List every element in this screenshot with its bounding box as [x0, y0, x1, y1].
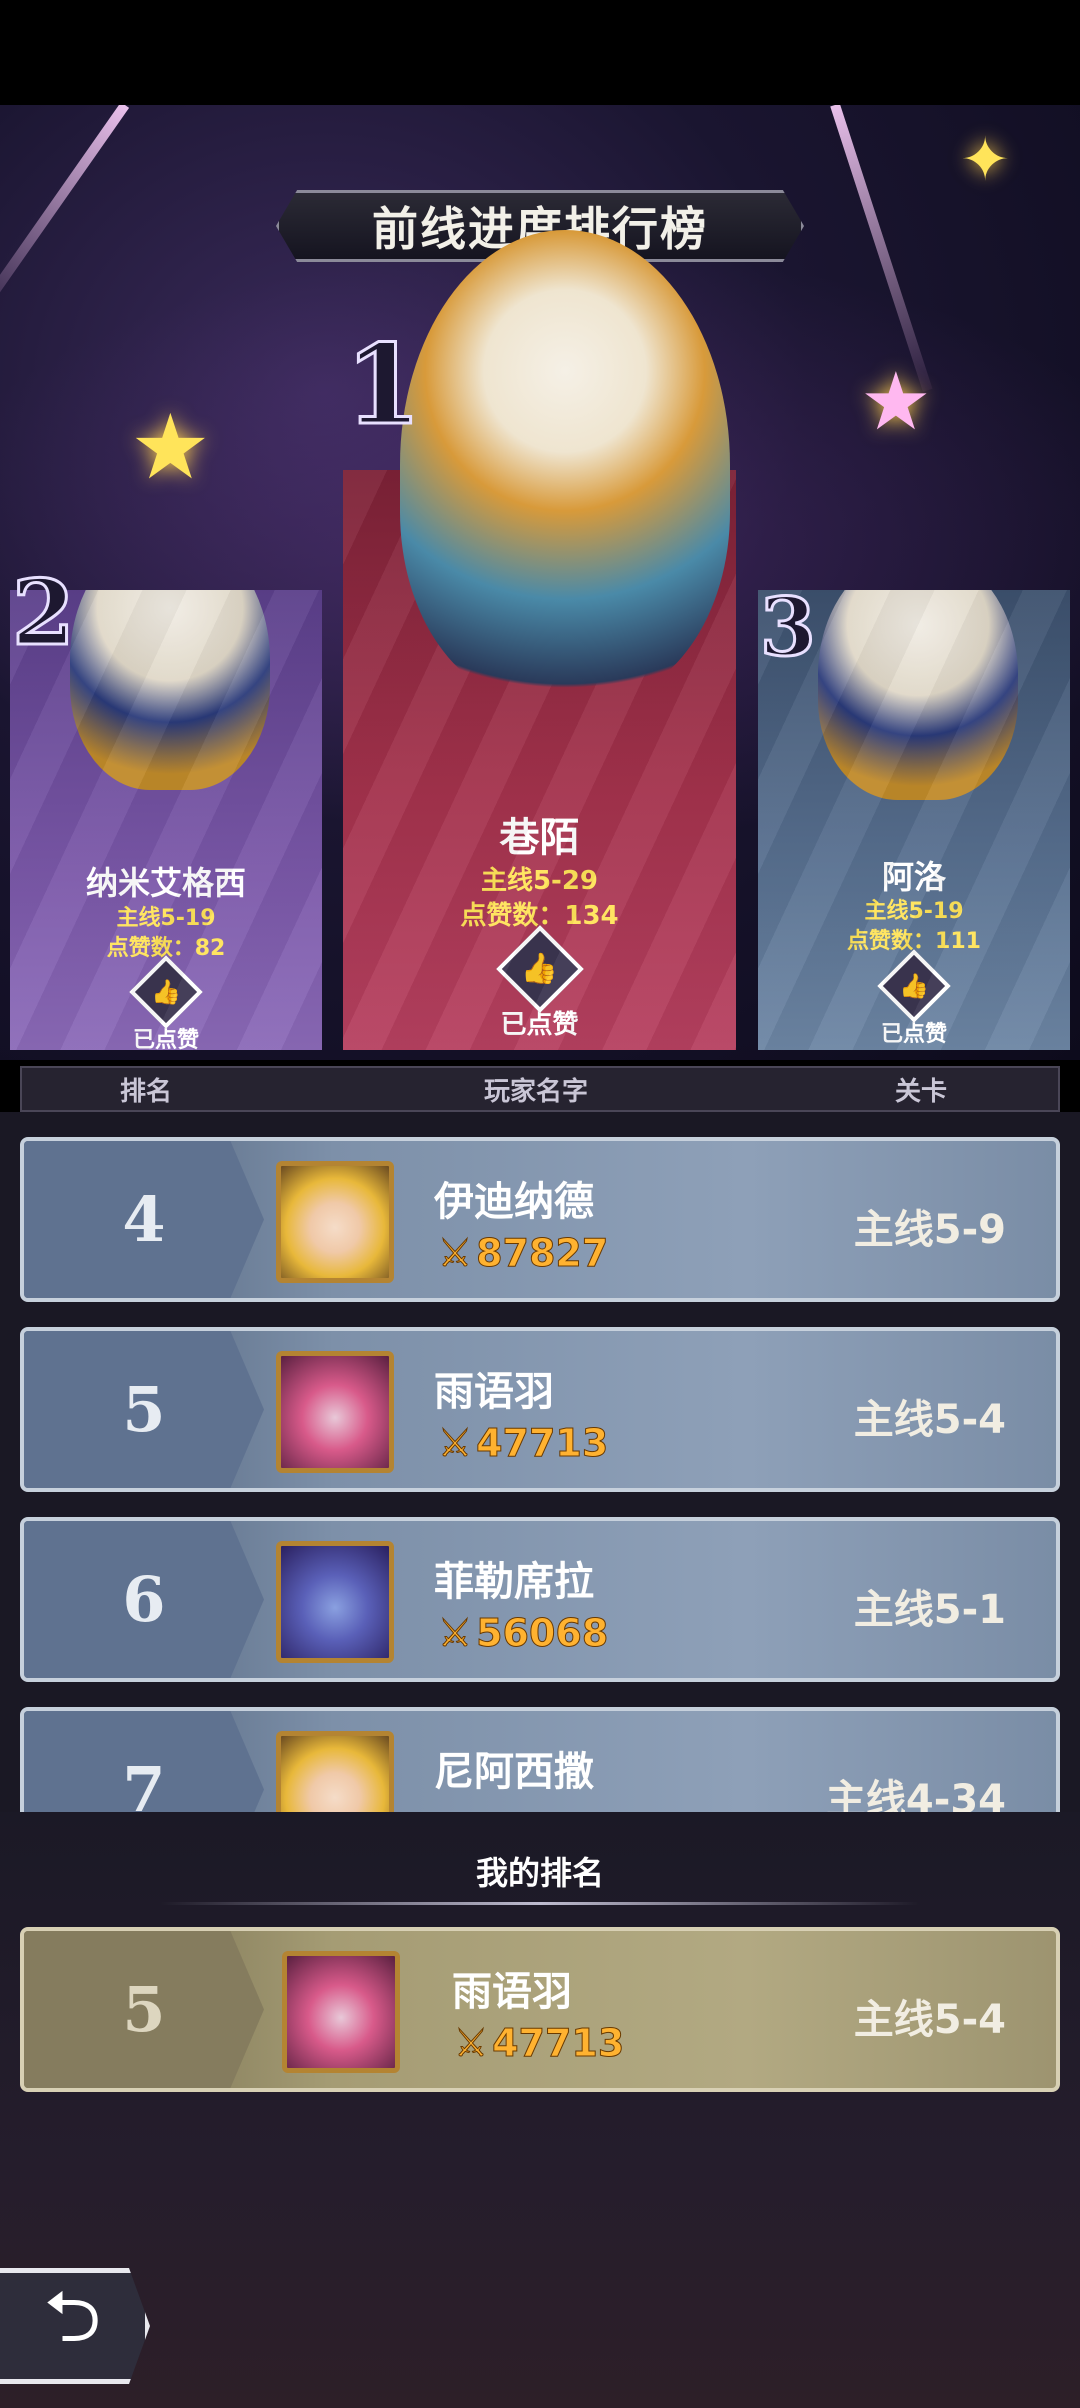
divider [160, 1902, 920, 1905]
avatar[interactable] [282, 1951, 400, 2073]
thumbs-up-icon: 👍 [129, 955, 203, 1029]
back-button[interactable]: ⮌ [0, 2268, 150, 2384]
row-rank: 5 [24, 1931, 264, 2088]
avatar[interactable] [276, 1351, 394, 1473]
leaderboard-list[interactable]: 4 伊迪纳德 ⚔ 87827 主线5-9 5 雨语羽 ⚔ 47713 主线5-4 6… [0, 1112, 1080, 1872]
header-level: 关卡 [895, 1076, 948, 1107]
thumbs-up-icon: 👍 [877, 949, 951, 1023]
player-name: 菲勒席拉 [434, 1559, 594, 1605]
crossed-swords-icon: ⚔ [437, 1611, 473, 1656]
avatar[interactable] [276, 1161, 394, 1283]
light-beam [0, 105, 130, 321]
character-portrait [70, 590, 270, 790]
row-level: 主线5-9 [853, 1207, 1006, 1253]
like-label: 已点赞 [880, 1022, 948, 1047]
player-name: 伊迪纳德 [434, 1179, 594, 1225]
power-value: 47713 [476, 1421, 609, 1466]
header-rank: 排名 [120, 1076, 173, 1107]
combat-power: ⚔ 56068 [437, 1611, 609, 1656]
row-rank: 4 [24, 1141, 264, 1298]
player-name: 雨语羽 [452, 1969, 572, 2015]
row-level: 主线5-1 [853, 1587, 1006, 1633]
power-value: 87827 [476, 1231, 609, 1276]
player-name: 纳米艾格西 [85, 864, 246, 902]
rank-1-badge: 1 [344, 319, 424, 451]
player-name: 尼阿西撒 [434, 1749, 594, 1795]
crossed-swords-icon: ⚔ [437, 1421, 473, 1466]
row-level: 主线5-4 [853, 1397, 1006, 1443]
player-name: 巷陌 [499, 815, 580, 861]
character-portrait [400, 230, 730, 700]
like-button[interactable]: 👍 已点赞 [129, 955, 203, 1050]
table-row[interactable]: 5 雨语羽 ⚔ 47713 主线5-4 [20, 1327, 1060, 1492]
row-rank: 6 [24, 1521, 264, 1678]
status-bar-area [0, 0, 1080, 105]
player-name: 雨语羽 [434, 1369, 554, 1415]
header-player-name: 玩家名字 [484, 1076, 589, 1107]
back-arrow-icon: ⮌ [43, 2274, 102, 2358]
like-count: 点赞数：111 [847, 929, 981, 954]
player-name: 阿洛 [881, 858, 946, 896]
power-value: 47713 [492, 2021, 625, 2066]
player-stage: 主线5-19 [864, 899, 964, 924]
rank-3-badge: 3 [759, 579, 818, 676]
combat-power: ⚔ 47713 [437, 1421, 609, 1466]
avatar[interactable] [276, 1541, 394, 1663]
like-button[interactable]: 👍 已点赞 [495, 925, 584, 1041]
like-count: 点赞数：82 [106, 936, 226, 961]
like-label: 已点赞 [132, 1028, 200, 1050]
like-label: 已点赞 [500, 1010, 579, 1040]
my-rank-row[interactable]: 5 雨语羽 ⚔ 47713 主线5-4 [20, 1927, 1060, 2092]
table-row[interactable]: 4 伊迪纳德 ⚔ 87827 主线5-9 [20, 1137, 1060, 1302]
thumbs-up-icon: 👍 [495, 925, 584, 1013]
light-beam [830, 105, 933, 392]
player-stage: 主线5-29 [480, 866, 599, 896]
crossed-swords-icon: ⚔ [437, 1231, 473, 1276]
like-button[interactable]: 👍 已点赞 [877, 949, 951, 1048]
combat-power: ⚔ 47713 [453, 2021, 625, 2066]
combat-power: ⚔ 87827 [437, 1231, 609, 1276]
like-count: 点赞数：134 [460, 901, 619, 931]
character-portrait [818, 590, 1018, 800]
sparkle-icon: ✦ [960, 125, 1011, 195]
star-icon: ★ [130, 395, 211, 500]
leaderboard-header: 排名 玩家名字 关卡 [20, 1066, 1060, 1112]
my-rank-title: 我的排名 [475, 1854, 604, 1892]
row-rank: 5 [24, 1331, 264, 1488]
crossed-swords-icon: ⚔ [453, 2021, 489, 2066]
player-stage: 主线5-19 [116, 906, 216, 931]
row-level: 主线5-4 [853, 1997, 1006, 2043]
table-row[interactable]: 6 菲勒席拉 ⚔ 56068 主线5-1 [20, 1517, 1060, 1682]
star-icon: ★ [860, 355, 932, 448]
power-value: 56068 [476, 1611, 609, 1656]
rank-2-badge: 2 [11, 559, 77, 668]
